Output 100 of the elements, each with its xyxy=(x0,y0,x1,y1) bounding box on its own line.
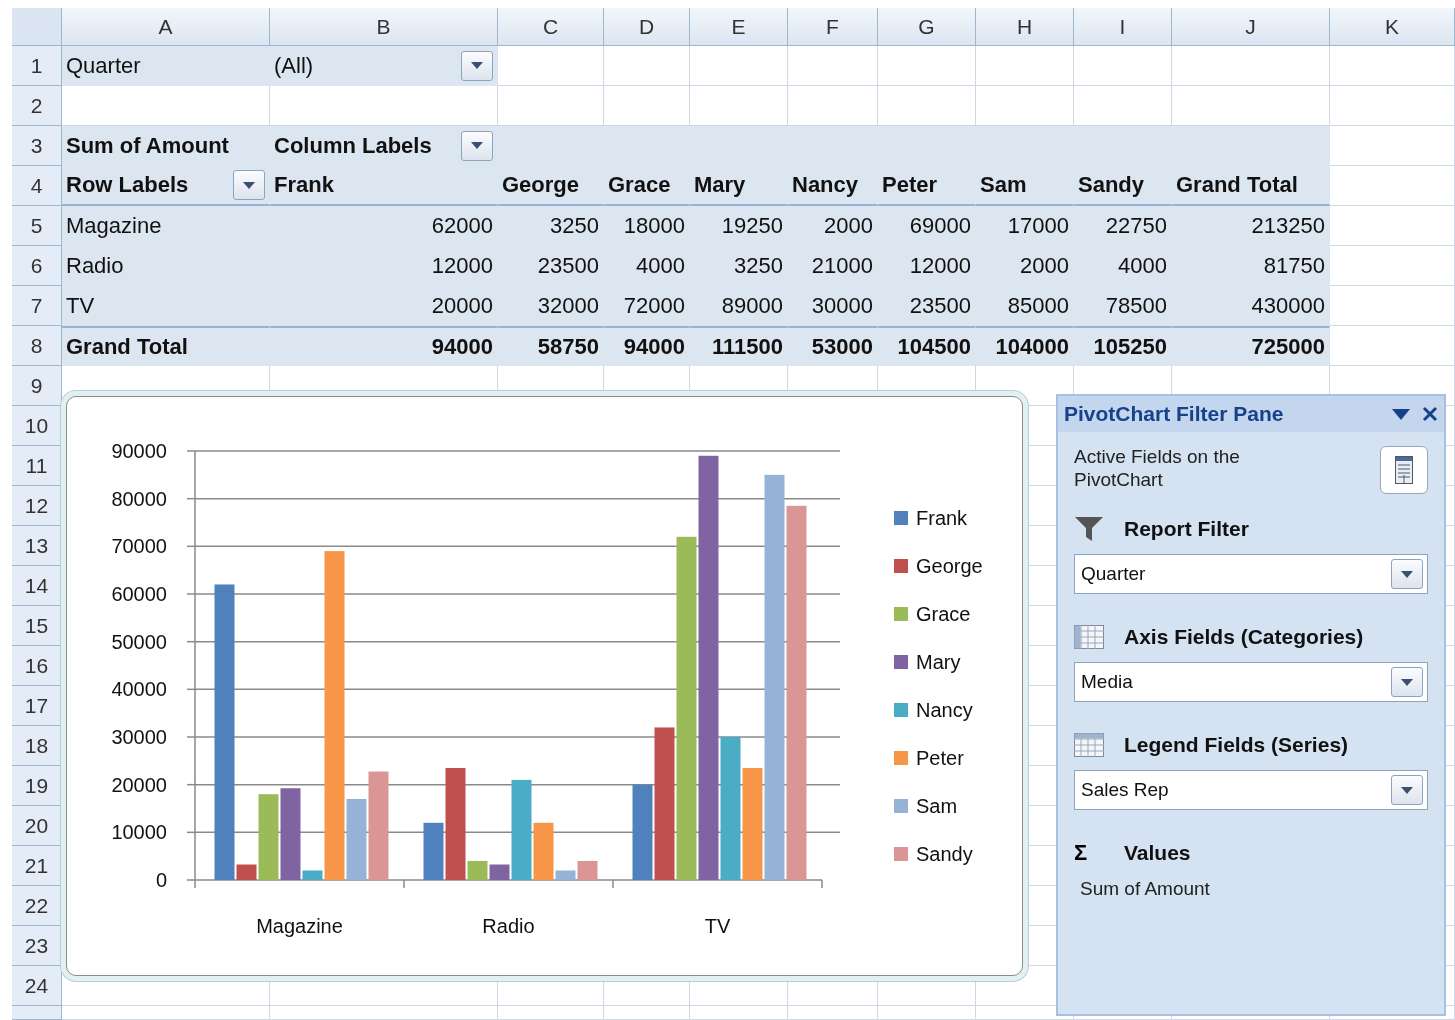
column-header[interactable]: G xyxy=(878,8,976,46)
section-title: Axis Fields (Categories) xyxy=(1124,625,1364,649)
field-dropdown[interactable]: Media xyxy=(1074,662,1428,702)
table-cell: 3250 xyxy=(498,206,604,246)
axis-label: 90000 xyxy=(111,440,167,462)
column-header[interactable]: C xyxy=(498,8,604,46)
caret-icon xyxy=(471,142,483,149)
section-title: Legend Fields (Series) xyxy=(1124,733,1349,757)
table-cell: Frank xyxy=(270,166,498,206)
table-cell: 2000 xyxy=(788,206,878,246)
close-icon[interactable] xyxy=(1422,406,1438,422)
table-cell: 2000 xyxy=(976,246,1074,286)
column-header[interactable]: D xyxy=(604,8,690,46)
row-header[interactable]: 17 xyxy=(12,686,62,726)
row-header[interactable]: 22 xyxy=(12,886,62,926)
table-cell: 104500 xyxy=(878,326,976,366)
table-cell: 23500 xyxy=(878,286,976,326)
legend-label: Mary xyxy=(916,651,961,673)
row-header[interactable]: 13 xyxy=(12,526,62,566)
row-header[interactable]: 23 xyxy=(12,926,62,966)
column-header[interactable]: H xyxy=(976,8,1074,46)
field-value: Media xyxy=(1081,671,1133,693)
field-dropdown[interactable]: Quarter xyxy=(1074,554,1428,594)
legend-label: Nancy xyxy=(916,699,973,721)
row-header[interactable]: 2 xyxy=(12,86,62,126)
legend-label: Sam xyxy=(916,795,958,817)
row-header[interactable]: 15 xyxy=(12,606,62,646)
row-header[interactable]: 18 xyxy=(12,726,62,766)
row-header[interactable]: 1 xyxy=(12,46,62,86)
row-header[interactable]: 21 xyxy=(12,846,62,886)
column-header[interactable]: E xyxy=(690,8,788,46)
caret-icon xyxy=(243,181,255,189)
table-cell: 53000 xyxy=(788,326,878,366)
row-header[interactable]: 24 xyxy=(12,966,62,1006)
legend-label: Peter xyxy=(916,747,964,769)
table-cell: TV xyxy=(62,286,270,326)
row-header[interactable]: 12 xyxy=(12,486,62,526)
table-cell: 17000 xyxy=(976,206,1074,246)
column-header[interactable]: B xyxy=(270,8,498,46)
table-cell: Sum of Amount xyxy=(62,126,270,166)
row-header[interactable]: 9 xyxy=(12,366,62,406)
table-cell: Grace xyxy=(604,166,690,206)
row-header[interactable]: 16 xyxy=(12,646,62,686)
row-header[interactable]: 3 xyxy=(12,126,62,166)
table-cell: 430000 xyxy=(1172,286,1330,326)
table-cell: 20000 xyxy=(270,286,498,326)
value-field[interactable]: Sum of Amount xyxy=(1074,878,1428,900)
table-cell: Sandy xyxy=(1074,166,1172,206)
axis-label: 70000 xyxy=(111,535,167,558)
axis-label: 40000 xyxy=(111,678,167,701)
row-header[interactable]: 19 xyxy=(12,766,62,806)
row-header[interactable]: 5 xyxy=(12,206,62,246)
row-header[interactable]: 6 xyxy=(12,246,62,286)
legend-label: Frank xyxy=(916,507,968,529)
caret-icon xyxy=(471,62,483,69)
dropdown-button[interactable] xyxy=(461,50,493,81)
category-label: TV xyxy=(704,915,731,937)
table-cell: Grand Total xyxy=(62,326,270,366)
legend-label: Grace xyxy=(916,603,971,625)
section-title: Values xyxy=(1124,841,1191,865)
category-label: Radio xyxy=(482,915,535,937)
row-header[interactable]: 11 xyxy=(12,446,62,486)
row-header[interactable]: 10 xyxy=(12,406,62,446)
table-cell: Nancy xyxy=(788,166,878,206)
dropdown-button[interactable] xyxy=(1391,775,1423,805)
legend-label: George xyxy=(916,555,983,577)
row-header[interactable]: 7 xyxy=(12,286,62,326)
table-cell: 22750 xyxy=(1074,206,1172,246)
column-header[interactable]: J xyxy=(1172,8,1330,46)
table-cell: 18000 xyxy=(604,206,690,246)
table-cell: 81750 xyxy=(1172,246,1330,286)
dropdown-icon[interactable] xyxy=(1392,408,1410,420)
table-cell: 58750 xyxy=(498,326,604,366)
table-cell: Sam xyxy=(976,166,1074,206)
axis-label: 50000 xyxy=(111,630,167,653)
caret-icon xyxy=(1401,678,1413,686)
field-value: Quarter xyxy=(1081,563,1146,585)
column-header[interactable]: K xyxy=(1330,8,1455,46)
table-cell: 85000 xyxy=(976,286,1074,326)
dropdown-button[interactable] xyxy=(1391,559,1423,589)
table-cell: George xyxy=(498,166,604,206)
table-cell: 78500 xyxy=(1074,286,1172,326)
column-header[interactable]: I xyxy=(1074,8,1172,46)
row-header[interactable]: 14 xyxy=(12,566,62,606)
column-header[interactable]: A xyxy=(62,8,270,46)
row-header[interactable]: 4 xyxy=(12,166,62,206)
table-cell: 213250 xyxy=(1172,206,1330,246)
dropdown-button[interactable] xyxy=(233,170,265,200)
document-icon xyxy=(1395,456,1413,484)
column-header[interactable]: F xyxy=(788,8,878,46)
cell-text: Column Labels xyxy=(274,132,432,159)
row-header[interactable]: 8 xyxy=(12,326,62,366)
field-dropdown[interactable]: Sales Rep xyxy=(1074,770,1428,810)
table-cell: 94000 xyxy=(604,326,690,366)
field-list-button[interactable] xyxy=(1380,446,1428,494)
dropdown-button[interactable] xyxy=(1391,667,1423,697)
dropdown-button[interactable] xyxy=(461,130,493,161)
row-header[interactable]: 20 xyxy=(12,806,62,846)
table-cell: Quarter xyxy=(62,46,270,86)
sigma-icon: Σ xyxy=(1074,840,1104,866)
